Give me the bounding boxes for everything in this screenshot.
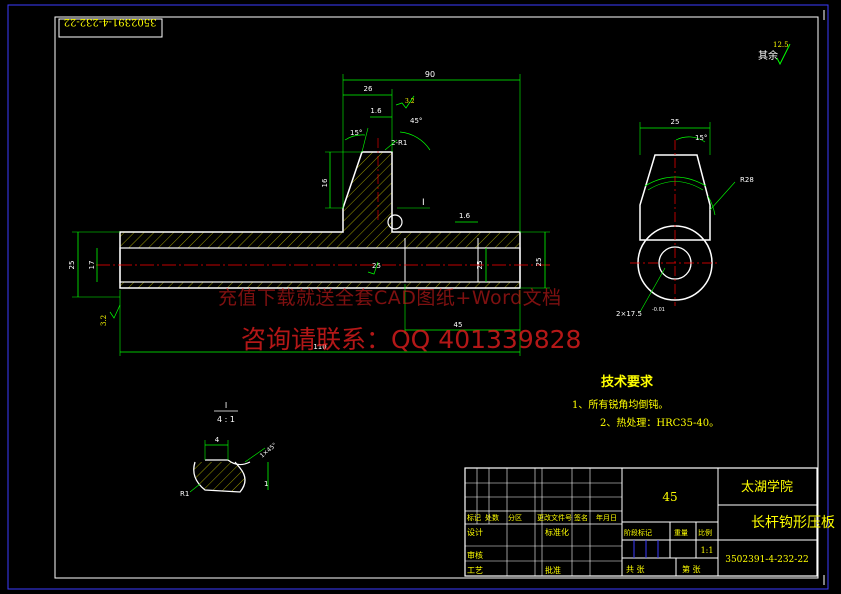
detail-view: I 4 : 1 4 1×45° 1 R1 xyxy=(180,401,278,498)
svg-text:设计: 设计 xyxy=(467,527,483,537)
svg-text:R1: R1 xyxy=(180,490,189,498)
svg-text:1×45°: 1×45° xyxy=(259,442,278,460)
mirrored-code-box: 3502391-4-232-22 xyxy=(58,16,163,38)
tech-item-2: 2、热处理：HRC35-40。 xyxy=(600,416,719,429)
svg-text:4 : 1: 4 : 1 xyxy=(217,415,235,424)
svg-text:25: 25 xyxy=(476,261,484,270)
svg-text:共 张: 共 张 xyxy=(626,565,645,574)
svg-text:-0.01: -0.01 xyxy=(652,307,665,313)
svg-text:15°: 15° xyxy=(695,134,707,142)
svg-text:其余: 其余 xyxy=(758,49,778,62)
title-block: 标记 处数 分区 更改文件号 签名 年月日 设计 标准化 审核 工艺 批准 45… xyxy=(464,467,835,577)
svg-text:25: 25 xyxy=(68,261,76,270)
mirrored-code: 3502391-4-232-22 xyxy=(64,16,157,27)
drawing-number: 3502391-4-232-22 xyxy=(725,555,809,565)
tech-requirements: 技术要求 1、所有锐角均倒钝。 2、热处理：HRC35-40。 xyxy=(572,374,719,429)
svg-text:3.2: 3.2 xyxy=(405,98,415,105)
svg-text:4: 4 xyxy=(215,436,220,444)
svg-text:I: I xyxy=(422,198,425,208)
svg-text:1:1: 1:1 xyxy=(701,546,714,555)
svg-text:45°: 45° xyxy=(410,117,422,125)
svg-text:16: 16 xyxy=(321,178,329,187)
watermark-line-2: 咨询请联系：QQ 401339828 xyxy=(241,325,582,354)
svg-text:标记: 标记 xyxy=(467,513,481,522)
svg-text:阶段标记: 阶段标记 xyxy=(624,528,652,537)
svg-text:25: 25 xyxy=(535,258,543,267)
svg-text:1.6: 1.6 xyxy=(370,107,382,115)
surface-finish-note: 其余 12.5 xyxy=(758,41,791,66)
main-view: 90 26 1.6 3.2 45° 2-R1 15° 16 I 1.6 25 1… xyxy=(68,70,550,356)
svg-text:比例: 比例 xyxy=(698,528,712,537)
svg-text:更改文件号: 更改文件号 xyxy=(537,513,572,522)
svg-text:工艺: 工艺 xyxy=(467,566,483,575)
svg-text:R28: R28 xyxy=(740,176,754,184)
svg-text:审核: 审核 xyxy=(467,550,483,560)
svg-text:26: 26 xyxy=(364,85,373,93)
svg-text:处数: 处数 xyxy=(485,513,499,522)
svg-text:批准: 批准 xyxy=(545,565,561,575)
svg-text:年月日: 年月日 xyxy=(596,513,617,522)
svg-text:标准化: 标准化 xyxy=(545,527,569,537)
svg-text:1.6: 1.6 xyxy=(459,212,471,220)
part-name: 长杆钩形压板 xyxy=(751,515,835,531)
svg-text:25: 25 xyxy=(671,118,680,126)
svg-text:I: I xyxy=(225,401,227,410)
svg-text:15°: 15° xyxy=(350,129,362,137)
svg-text:90: 90 xyxy=(425,70,435,79)
tech-item-1: 1、所有锐角均倒钝。 xyxy=(572,398,668,411)
watermark-line-1: 充值下载就送全套CAD图纸+Word文档 xyxy=(218,287,562,309)
svg-text:第 张: 第 张 xyxy=(682,564,701,574)
svg-text:1: 1 xyxy=(264,480,268,488)
svg-text:17: 17 xyxy=(88,261,96,270)
svg-text:签名: 签名 xyxy=(574,513,588,522)
svg-text:分区: 分区 xyxy=(508,513,522,522)
material: 45 xyxy=(662,490,677,504)
school-name: 太湖学院 xyxy=(741,479,793,495)
svg-text:12.5: 12.5 xyxy=(773,41,789,49)
tech-title: 技术要求 xyxy=(601,374,654,390)
svg-text:2×17.5: 2×17.5 xyxy=(616,310,642,318)
svg-text:重量: 重量 xyxy=(674,529,688,537)
svg-text:3.2: 3.2 xyxy=(100,315,108,326)
